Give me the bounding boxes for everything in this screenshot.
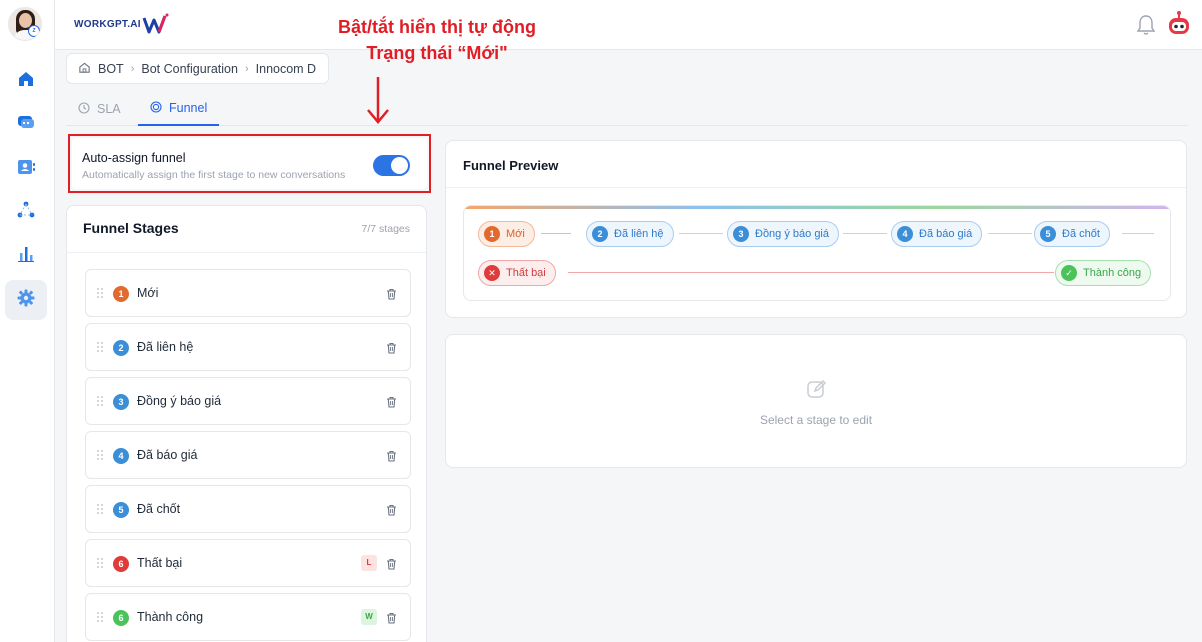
tab-funnel-label: Funnel bbox=[169, 101, 208, 115]
breadcrumb-bot-configuration[interactable]: Bot Configuration bbox=[141, 62, 238, 76]
nav-chat[interactable] bbox=[5, 104, 47, 144]
chevron-right-icon: › bbox=[244, 62, 249, 75]
connector-line bbox=[679, 233, 723, 234]
connector-line bbox=[1122, 233, 1154, 234]
left-nav-rail: Z bbox=[0, 0, 55, 642]
trash-icon[interactable] bbox=[386, 341, 397, 359]
funnel-preview-title: Funnel Preview bbox=[463, 158, 559, 173]
stage-name: Đã liên hệ bbox=[137, 340, 194, 354]
stage-row[interactable]: 1 Mới bbox=[85, 269, 411, 317]
breadcrumb: BOT › Bot Configuration › Innocom D bbox=[66, 53, 330, 84]
nav-network[interactable] bbox=[5, 192, 47, 232]
funnel-stages-panel: Funnel Stages 7/7 stages 1 Mới 2 Đã liên… bbox=[66, 205, 427, 642]
annotation-highlight-box bbox=[68, 134, 431, 193]
drag-handle-icon[interactable] bbox=[96, 394, 104, 412]
trash-icon[interactable] bbox=[386, 557, 397, 575]
annotation-arrow-icon bbox=[365, 75, 391, 130]
brand-logo[interactable]: WORKGPT.AI bbox=[74, 12, 171, 36]
funnel-flow-diagram: 1 Mới 2 Đã liên hệ 3 Đồng ý báo giá 4 Đã… bbox=[463, 205, 1171, 301]
stage-row[interactable]: 2 Đã liên hệ bbox=[85, 323, 411, 371]
preview-stage-pill[interactable]: 3 Đồng ý báo giá bbox=[727, 221, 839, 247]
breadcrumb-bot[interactable]: BOT bbox=[98, 62, 124, 76]
preview-stage-pill[interactable]: 1 Mới bbox=[478, 221, 535, 247]
trash-icon[interactable] bbox=[386, 395, 397, 413]
editor-empty-hint: Select a stage to edit bbox=[759, 413, 873, 427]
home-icon[interactable] bbox=[78, 61, 91, 77]
stage-name: Thành công bbox=[137, 610, 204, 624]
stage-name: Đã báo giá bbox=[137, 448, 198, 462]
connector-line bbox=[541, 233, 571, 234]
stage-name: Đồng ý báo giá bbox=[137, 394, 222, 408]
nav-home[interactable] bbox=[5, 61, 47, 101]
stage-row[interactable]: 5 Đã chốt bbox=[85, 485, 411, 533]
connector-line bbox=[843, 233, 887, 234]
tab-sla[interactable]: SLA bbox=[66, 92, 133, 126]
stage-number: 6 bbox=[113, 610, 129, 626]
trash-icon[interactable] bbox=[386, 449, 397, 467]
stage-number: 5 bbox=[113, 502, 129, 518]
tab-sla-label: SLA bbox=[97, 102, 121, 116]
stage-row[interactable]: 3 Đồng ý báo giá bbox=[85, 377, 411, 425]
stage-name: Thất bại bbox=[137, 556, 183, 570]
annotation-callout: Bật/tắt hiển thị tự động Trạng thái “Mới… bbox=[296, 14, 578, 66]
contact-card-icon bbox=[16, 157, 36, 182]
drag-handle-icon[interactable] bbox=[96, 448, 104, 466]
nav-analytics[interactable] bbox=[5, 236, 47, 276]
stage-number: 6 bbox=[113, 556, 129, 572]
connector-line bbox=[568, 272, 1054, 273]
drag-handle-icon[interactable] bbox=[96, 286, 104, 304]
trash-icon[interactable] bbox=[386, 611, 397, 629]
user-avatar[interactable]: Z bbox=[8, 7, 42, 41]
stage-row[interactable]: 6 Thành công W bbox=[85, 593, 411, 641]
notification-bell-icon[interactable] bbox=[1136, 14, 1156, 41]
stage-count: 7/7 stages bbox=[361, 223, 410, 235]
chat-icon bbox=[16, 112, 36, 137]
connector-line bbox=[988, 233, 1032, 234]
stage-name: Mới bbox=[137, 286, 159, 300]
network-icon bbox=[16, 200, 36, 225]
preview-fail-pill[interactable]: ✕ Thất bại bbox=[478, 260, 556, 286]
home-icon bbox=[16, 69, 36, 94]
drag-handle-icon[interactable] bbox=[96, 556, 104, 574]
drag-handle-icon[interactable] bbox=[96, 610, 104, 628]
won-tag: W bbox=[361, 609, 377, 625]
lost-tag: L bbox=[361, 555, 377, 571]
preview-stage-pill[interactable]: 4 Đã báo giá bbox=[891, 221, 983, 247]
drag-handle-icon[interactable] bbox=[96, 340, 104, 358]
config-tabs: SLA Funnel bbox=[66, 92, 1188, 126]
annotation-line-2: Trạng thái “Mới" bbox=[366, 43, 508, 63]
stage-editor-panel: Select a stage to edit bbox=[445, 334, 1187, 468]
gear-icon bbox=[16, 288, 36, 313]
top-bar: WORKGPT.AI bbox=[55, 0, 1202, 50]
brand-logo-text: WORKGPT.AI bbox=[74, 18, 141, 30]
funnel-preview-card: Funnel Preview 1 Mới 2 Đã liên hệ 3 Đồng… bbox=[445, 140, 1187, 318]
chevron-right-icon: › bbox=[130, 62, 135, 75]
stage-number: 3 bbox=[113, 394, 129, 410]
bot-avatar-icon[interactable] bbox=[1164, 10, 1194, 45]
edit-icon bbox=[805, 377, 829, 406]
trash-icon[interactable] bbox=[386, 503, 397, 521]
stage-row[interactable]: 6 Thất bại L bbox=[85, 539, 411, 587]
nav-settings[interactable] bbox=[5, 280, 47, 320]
bar-chart-icon bbox=[16, 244, 36, 269]
nav-contacts[interactable] bbox=[5, 149, 47, 189]
stage-name: Đã chốt bbox=[137, 502, 181, 516]
trash-icon[interactable] bbox=[386, 287, 397, 305]
preview-stage-pill[interactable]: 2 Đã liên hệ bbox=[586, 221, 674, 247]
stage-number: 1 bbox=[113, 286, 129, 302]
preview-stage-pill[interactable]: 5 Đã chốt bbox=[1034, 221, 1110, 247]
tab-funnel[interactable]: Funnel bbox=[138, 92, 220, 126]
funnel-stages-title: Funnel Stages bbox=[83, 220, 179, 236]
preview-success-pill[interactable]: ✓ Thành công bbox=[1055, 260, 1152, 286]
stage-number: 2 bbox=[113, 340, 129, 356]
check-icon: ✓ bbox=[1061, 265, 1077, 281]
close-icon: ✕ bbox=[484, 265, 500, 281]
drag-handle-icon[interactable] bbox=[96, 502, 104, 520]
stage-number: 4 bbox=[113, 448, 129, 464]
funnel-target-icon bbox=[150, 100, 162, 116]
stage-row[interactable]: 4 Đã báo giá bbox=[85, 431, 411, 479]
clock-icon bbox=[78, 101, 90, 117]
brand-logo-mark bbox=[142, 13, 169, 34]
annotation-line-1: Bật/tắt hiển thị tự động bbox=[337, 17, 536, 37]
